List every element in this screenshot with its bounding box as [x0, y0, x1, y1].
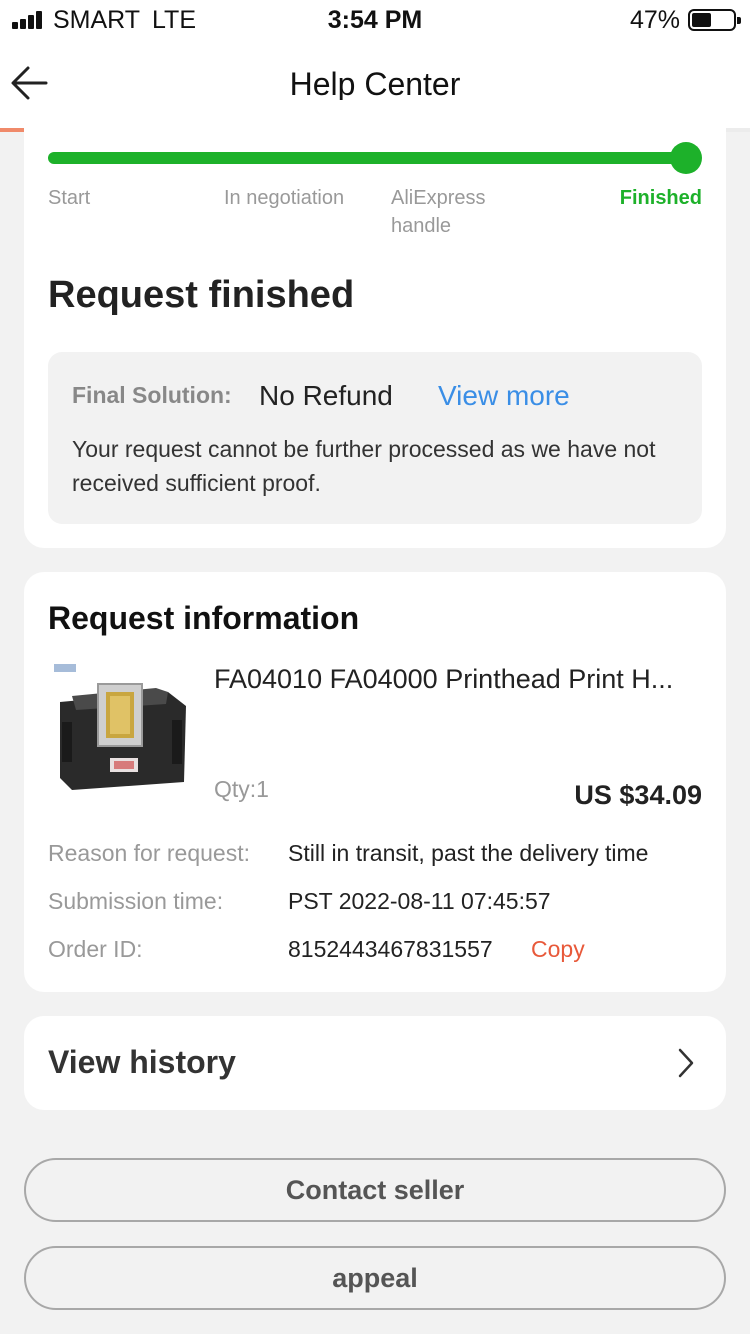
- request-information-title: Request information: [48, 600, 360, 636]
- battery-icon: [688, 9, 741, 31]
- printhead-image-icon: [54, 664, 186, 790]
- request-information-card: Request information FA04010 FA04000 Prin…: [24, 572, 726, 992]
- product-thumbnail[interactable]: [48, 662, 188, 802]
- page-title: Help Center: [289, 66, 461, 102]
- final-solution-description: Your request cannot be further processed…: [72, 436, 656, 496]
- view-more-link[interactable]: View more: [438, 380, 570, 412]
- final-solution-box: Final Solution: No Refund View more Your…: [48, 352, 702, 524]
- order-id-value: 8152443467831557: [288, 936, 493, 962]
- request-progress-bar: [48, 152, 700, 164]
- status-bar: SMART LTE 3:54 PM 47%: [0, 0, 750, 40]
- request-progress-knob: [670, 142, 702, 174]
- submission-time-value: PST 2022-08-11 07:45:57: [288, 888, 551, 914]
- product-price: US $34.09: [574, 780, 702, 810]
- battery-fill: [692, 13, 711, 27]
- reason-value: Still in transit, past the delivery time: [288, 840, 649, 866]
- order-id-label: Order ID:: [48, 936, 143, 962]
- contact-seller-button[interactable]: Contact seller: [24, 1158, 726, 1222]
- step-start: Start: [48, 187, 91, 209]
- copy-order-id-button[interactable]: Copy: [531, 936, 585, 963]
- final-solution-value: No Refund: [259, 380, 393, 411]
- product-title[interactable]: FA04010 FA04000 Printhead Print H...: [214, 664, 706, 695]
- appeal-button[interactable]: appeal: [24, 1246, 726, 1310]
- reason-label: Reason for request:: [48, 840, 251, 866]
- submission-time-label: Submission time:: [48, 888, 224, 914]
- request-status-card: Start In negotiation AliExpress handle F…: [24, 100, 726, 548]
- step-aliexpress-handle: AliExpress handle: [391, 187, 486, 237]
- product-quantity: Qty:1: [214, 776, 269, 802]
- view-history-label: View history: [48, 1044, 236, 1080]
- chevron-right-icon: [678, 1048, 694, 1078]
- view-history-row[interactable]: View history: [24, 1016, 726, 1110]
- request-status-title: Request finished: [48, 274, 355, 316]
- step-in-negotiation: In negotiation: [224, 187, 345, 209]
- battery-percent: 47%: [629, 6, 680, 34]
- final-solution-label: Final Solution:: [72, 382, 232, 408]
- step-finished: Finished: [619, 187, 702, 209]
